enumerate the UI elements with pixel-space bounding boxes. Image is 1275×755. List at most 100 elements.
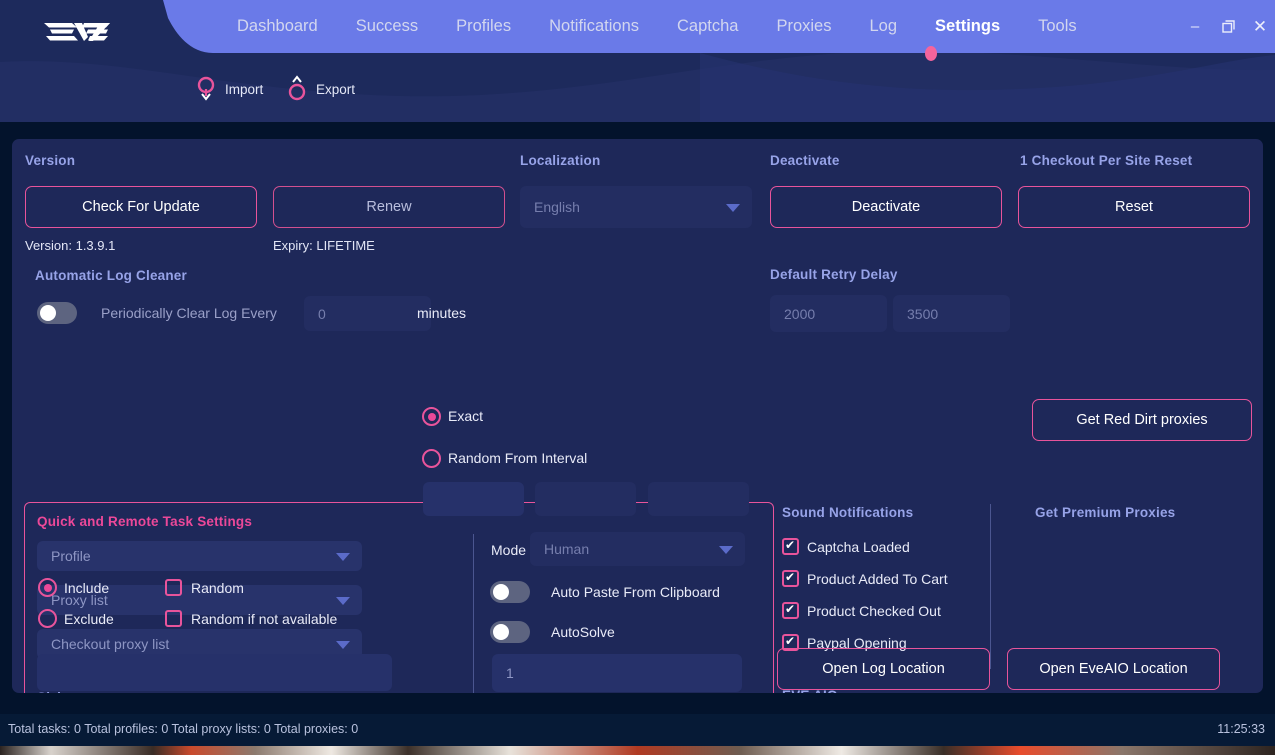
autosolve-count-value: 1 <box>506 665 514 681</box>
checkbox-random[interactable] <box>165 579 182 596</box>
auto-paste-toggle[interactable] <box>490 581 530 603</box>
localization-selected-value: English <box>534 199 580 215</box>
nav-item-list: Dashboard Success Profiles Notifications… <box>218 0 1096 53</box>
radio-exact[interactable] <box>422 407 441 426</box>
radio-random-from-interval-label: Random From Interval <box>448 450 588 466</box>
sizes-input[interactable] <box>37 654 392 691</box>
chevron-down-icon <box>336 641 350 649</box>
sound-notifications-title: Sound Notifications <box>782 505 914 520</box>
interval-input-2[interactable] <box>535 482 636 516</box>
import-label: Import <box>225 81 264 97</box>
checkbox-captcha-loaded-label: Captcha Loaded <box>807 539 910 555</box>
nav-item-tools[interactable]: Tools <box>1019 0 1096 53</box>
expiry-text: Expiry: LIFETIME <box>273 238 375 253</box>
checkbox-product-added-to-cart-label: Product Added To Cart <box>807 571 948 587</box>
navigation-bar: Dashboard Success Profiles Notifications… <box>0 0 1275 61</box>
interval-input-3[interactable] <box>648 482 749 516</box>
quick-task-divider <box>473 534 474 693</box>
nav-item-profiles[interactable]: Profiles <box>437 0 530 53</box>
checkbox-product-checked-out-label: Product Checked Out <box>807 603 941 619</box>
nav-item-notifications[interactable]: Notifications <box>530 0 658 53</box>
mode-label: Mode <box>491 542 527 558</box>
export-icon <box>288 75 306 101</box>
get-red-dirt-proxies-button[interactable]: Get Red Dirt proxies <box>1032 399 1252 441</box>
maximize-icon[interactable] <box>1211 0 1245 53</box>
version-section-title: Version <box>25 153 76 168</box>
autosolve-toggle[interactable] <box>490 621 530 643</box>
toggle-knob <box>40 305 56 321</box>
minimize-icon[interactable]: – <box>1178 0 1212 53</box>
eve-logo <box>44 23 110 41</box>
nav-item-log[interactable]: Log <box>851 0 917 53</box>
status-totals: Total tasks: 0 Total profiles: 0 Total p… <box>8 722 359 736</box>
checkbox-random-if-not-available-label: Random if not available <box>191 611 338 627</box>
check-for-update-button[interactable]: Check For Update <box>25 186 257 228</box>
radio-include-label: Include <box>64 580 110 596</box>
settings-panel: Version Localization Deactivate 1 Checko… <box>12 139 1263 693</box>
chevron-down-icon <box>719 546 733 554</box>
deactivate-section-title: Deactivate <box>770 153 840 168</box>
open-eveaio-location-button[interactable]: Open EveAIO Location <box>1007 648 1220 690</box>
chevron-down-icon <box>726 204 740 212</box>
mode-selected-value: Human <box>544 541 590 557</box>
radio-exclude-label: Exclude <box>64 611 114 627</box>
retry-delay-title: Default Retry Delay <box>770 267 898 282</box>
checkbox-random-label: Random <box>191 580 244 596</box>
sound-premium-divider <box>990 504 991 669</box>
nav-item-captcha[interactable]: Captcha <box>658 0 757 53</box>
renew-button[interactable]: Renew <box>273 186 505 228</box>
sub-toolbar: Import Export <box>0 53 1275 122</box>
version-text: Version: 1.3.9.1 <box>25 238 116 253</box>
app-header: Dashboard Success Profiles Notifications… <box>0 0 1275 122</box>
mode-select[interactable]: Human <box>530 532 745 566</box>
reset-button[interactable]: Reset <box>1018 186 1250 228</box>
localization-select[interactable]: English <box>520 186 752 228</box>
nav-item-proxies[interactable]: Proxies <box>757 0 850 53</box>
close-icon[interactable]: ✕ <box>1243 0 1275 53</box>
open-log-location-button[interactable]: Open Log Location <box>777 648 990 690</box>
retry-delay-max-value: 3500 <box>907 305 939 322</box>
export-button[interactable]: Export <box>287 71 355 107</box>
desktop-wallpaper-strip <box>0 746 1275 755</box>
export-label: Export <box>316 81 356 97</box>
log-cleaner-minutes-value: 0 <box>318 305 326 322</box>
minutes-unit-label: minutes <box>417 305 467 321</box>
nav-item-dashboard[interactable]: Dashboard <box>218 0 337 53</box>
checkbox-product-added-to-cart[interactable] <box>782 569 799 587</box>
maximize-glyph <box>1221 20 1235 33</box>
profile-selected-value: Profile <box>51 548 91 564</box>
checkbox-product-checked-out[interactable] <box>782 601 799 619</box>
retry-delay-min-value: 2000 <box>784 305 816 322</box>
localization-section-title: Localization <box>520 153 601 168</box>
interval-input-1[interactable] <box>423 482 524 516</box>
nav-item-success[interactable]: Success <box>337 0 437 53</box>
log-cleaner-toggle[interactable] <box>37 302 77 324</box>
retry-delay-min-input[interactable]: 2000 <box>770 295 887 332</box>
import-button[interactable]: Import <box>196 71 263 107</box>
profile-select[interactable]: Profile <box>37 541 362 571</box>
checkbox-random-if-not-available[interactable] <box>165 610 182 627</box>
checkbox-captcha-loaded[interactable] <box>782 537 799 555</box>
auto-paste-label: Auto Paste From Clipboard <box>551 584 720 600</box>
radio-exclude[interactable] <box>38 609 57 628</box>
checkout-proxy-list-selected-value: Checkout proxy list <box>51 636 170 652</box>
toggle-knob <box>493 584 509 600</box>
log-cleaner-label: Periodically Clear Log Every <box>101 305 277 321</box>
radio-exact-label: Exact <box>448 408 484 424</box>
import-icon <box>197 76 215 101</box>
application-window: Dashboard Success Profiles Notifications… <box>0 0 1275 755</box>
log-cleaner-title: Automatic Log Cleaner <box>35 268 187 283</box>
retry-delay-max-input[interactable]: 3500 <box>893 295 1010 332</box>
toggle-knob <box>493 624 509 640</box>
quick-task-title: Quick and Remote Task Settings <box>37 514 253 529</box>
radio-random-from-interval[interactable] <box>422 449 441 468</box>
deactivate-button[interactable]: Deactivate <box>770 186 1002 228</box>
autosolve-label: AutoSolve <box>551 624 615 640</box>
checkout-reset-section-title: 1 Checkout Per Site Reset <box>1020 153 1193 168</box>
autosolve-count-input[interactable]: 1 <box>492 654 742 692</box>
chevron-down-icon <box>336 553 350 561</box>
status-bar: Total tasks: 0 Total profiles: 0 Total p… <box>0 714 1275 746</box>
radio-include[interactable] <box>38 578 57 597</box>
log-cleaner-minutes-input[interactable]: 0 <box>304 296 431 331</box>
chevron-down-icon <box>336 597 350 605</box>
